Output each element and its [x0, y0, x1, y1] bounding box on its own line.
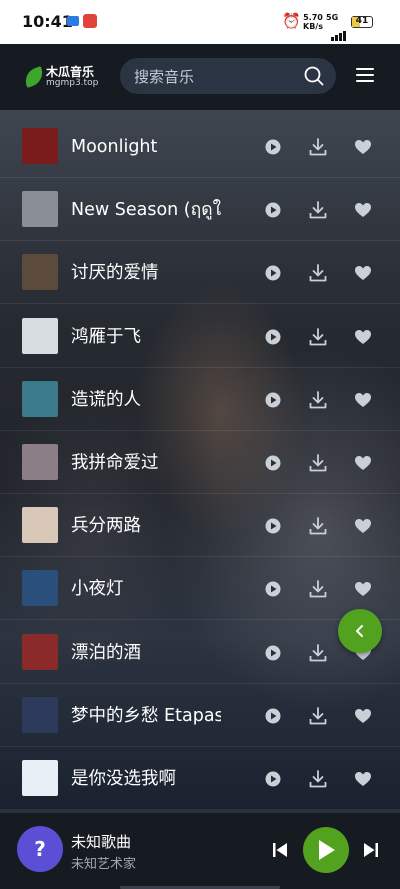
search-input[interactable]	[132, 58, 296, 96]
play-icon[interactable]	[263, 327, 283, 347]
download-icon[interactable]	[308, 263, 328, 283]
skip-next-icon[interactable]	[362, 841, 380, 863]
play-icon[interactable]	[263, 137, 283, 157]
song-title: 我拼命爱过	[71, 453, 159, 473]
song-title: New Season (ฤดูใ	[71, 200, 221, 221]
song-title: 讨厌的爱情	[71, 263, 159, 284]
search-icon[interactable]	[304, 66, 324, 90]
battery-level: 41	[355, 16, 369, 26]
heart-icon[interactable]	[353, 453, 373, 473]
network-speed: 5.70 KB/s	[303, 13, 323, 31]
app-notification-icon	[83, 14, 97, 28]
download-icon[interactable]	[308, 453, 328, 473]
song-cover	[22, 633, 58, 670]
now-playing-artist: 未知艺术家	[71, 857, 137, 872]
song-cover	[22, 317, 58, 354]
play-icon	[319, 840, 335, 860]
heart-icon[interactable]	[353, 390, 373, 410]
download-icon[interactable]	[308, 390, 328, 410]
network-speed-unit: KB/s	[303, 22, 323, 31]
download-icon[interactable]	[308, 200, 328, 220]
download-icon[interactable]	[308, 706, 328, 726]
play-icon[interactable]	[263, 643, 283, 663]
download-icon[interactable]	[308, 137, 328, 157]
song-cover	[22, 128, 58, 164]
song-title: 鸿雁于飞	[71, 326, 141, 347]
now-playing-bar: ? 未知歌曲 未知艺术家	[0, 810, 400, 889]
play-icon[interactable]	[263, 769, 283, 789]
heart-icon[interactable]	[353, 769, 373, 789]
status-time: 10:41	[22, 12, 73, 31]
chevron-left-icon	[356, 625, 363, 637]
play-icon[interactable]	[263, 516, 283, 536]
song-title: 是你没选我啊	[71, 769, 176, 789]
heart-icon[interactable]	[353, 706, 373, 726]
leaf-icon	[21, 66, 47, 88]
search-bar	[120, 58, 336, 96]
song-title: 漂泊的酒	[71, 642, 141, 663]
song-title: 小夜灯	[71, 579, 124, 600]
song-title: Moonlight	[71, 137, 158, 157]
app-header: 木瓜音乐 mgmp3.top	[0, 44, 400, 110]
heart-icon[interactable]	[353, 579, 373, 599]
play-icon[interactable]	[263, 263, 283, 283]
skip-previous-icon[interactable]	[271, 841, 289, 863]
song-title: 造谎的人	[71, 389, 141, 410]
status-bar: 10:41 ⏰ 5.70 KB/s 5G 41	[0, 0, 400, 44]
song-title: 梦中的乡愁 Etapas	[71, 705, 221, 726]
network-speed-value: 5.70	[303, 13, 323, 22]
download-icon[interactable]	[308, 327, 328, 347]
signal-bars-icon	[331, 22, 347, 41]
collapse-button[interactable]	[338, 609, 382, 653]
play-icon[interactable]	[263, 453, 283, 473]
song-row[interactable]: 讨厌的爱情	[0, 241, 400, 305]
song-cover	[22, 254, 58, 291]
signal-label: 5G	[326, 13, 339, 22]
heart-icon[interactable]	[353, 327, 373, 347]
play-icon[interactable]	[263, 200, 283, 220]
now-playing-title: 未知歌曲	[71, 833, 132, 851]
heart-icon[interactable]	[353, 263, 373, 283]
now-playing-cover[interactable]: ?	[17, 826, 63, 872]
play-icon[interactable]	[263, 579, 283, 599]
play-icon[interactable]	[263, 390, 283, 410]
song-row[interactable]: 梦中的乡愁 Etapas	[0, 684, 400, 747]
song-cover	[22, 760, 58, 796]
song-row[interactable]: New Season (ฤดูใ	[0, 178, 400, 242]
song-list: Moonlight New Season (ฤดูใ 讨厌的爱情鸿雁于飞造谎的人我拼…	[0, 110, 400, 810]
message-notification-icon	[67, 16, 79, 26]
song-cover	[22, 570, 58, 607]
heart-icon[interactable]	[353, 516, 373, 536]
song-cover	[22, 380, 58, 417]
heart-icon[interactable]	[353, 137, 373, 157]
battery-icon: 41	[351, 16, 373, 28]
song-title: 兵分两路	[71, 516, 141, 537]
menu-icon[interactable]	[356, 68, 374, 84]
song-row[interactable]: 兵分两路	[0, 494, 400, 558]
song-row[interactable]: 小夜灯	[0, 557, 400, 621]
song-row[interactable]: Moonlight	[0, 115, 400, 178]
play-button[interactable]	[303, 827, 349, 873]
download-icon[interactable]	[308, 516, 328, 536]
song-row[interactable]: 造谎的人	[0, 368, 400, 431]
download-icon[interactable]	[308, 769, 328, 789]
song-row[interactable]: 我拼命爱过	[0, 431, 400, 494]
song-cover	[22, 696, 58, 733]
cover-placeholder-text: ?	[34, 837, 46, 861]
alarm-icon: ⏰	[282, 12, 301, 30]
song-row[interactable]: 是你没选我啊	[0, 747, 400, 810]
brand-domain: mgmp3.top	[46, 78, 99, 88]
song-cover	[22, 444, 58, 480]
song-cover	[22, 191, 58, 228]
song-cover	[22, 507, 58, 544]
song-row[interactable]: 鸿雁于飞	[0, 305, 400, 368]
download-icon[interactable]	[308, 643, 328, 663]
play-icon[interactable]	[263, 706, 283, 726]
download-icon[interactable]	[308, 579, 328, 599]
heart-icon[interactable]	[353, 200, 373, 220]
